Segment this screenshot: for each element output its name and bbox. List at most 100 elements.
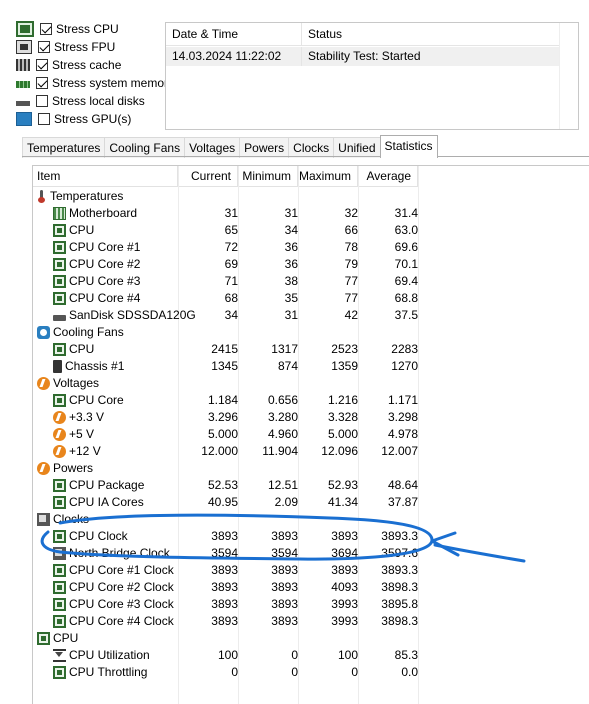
stress-option-stress-gpu-s[interactable]: Stress GPU(s) (16, 110, 131, 128)
group-row[interactable]: Temperatures (33, 188, 418, 205)
table-row[interactable]: CPU Throttling 0 0 0 0.0 (33, 664, 418, 681)
group-row[interactable]: Cooling Fans (33, 324, 418, 341)
cell-average: 37.87 (387, 495, 418, 509)
table-row[interactable]: CPU 2415 1317 2523 2283 (33, 341, 418, 358)
stress-option-stress-local-disks[interactable]: Stress local disks (16, 92, 145, 110)
checkbox[interactable] (38, 41, 50, 53)
row-label: CPU (53, 631, 79, 645)
column-header-minimum[interactable]: Minimum (238, 166, 298, 187)
row-label: Powers (53, 461, 94, 475)
row-name: Powers (37, 460, 93, 477)
stress-option-stress-fpu[interactable]: Stress FPU (16, 38, 115, 56)
cell-current: 3.296 (207, 410, 238, 424)
column-header-datetime[interactable]: Date & Time (166, 23, 302, 45)
tab-temperatures[interactable]: Temperatures (22, 137, 106, 158)
cell-maximum: 78 (344, 240, 358, 254)
cell-average: 68.8 (394, 291, 418, 305)
cell-maximum: 3893 (331, 563, 358, 577)
cell-current: 12.000 (201, 444, 238, 458)
disk-icon (53, 314, 66, 321)
cpu-chip-icon (53, 530, 66, 543)
column-header-current[interactable]: Current (178, 166, 238, 187)
cell-minimum: 3893 (271, 597, 298, 611)
cell-minimum: 31 (284, 206, 298, 220)
cpu-chip-icon (53, 598, 66, 611)
stress-option-stress-system-memory[interactable]: Stress system memory (16, 74, 174, 92)
table-row[interactable]: CPU IA Cores 40.95 2.09 41.34 37.87 (33, 494, 418, 511)
cell-current: 3893 (211, 563, 238, 577)
table-row[interactable]: CPU Core #2 69 36 79 70.1 (33, 256, 418, 273)
table-row[interactable]: CPU Core #3 71 38 77 69.4 (33, 273, 418, 290)
stress-option-stress-cache[interactable]: Stress cache (16, 56, 121, 74)
table-row[interactable]: North Bridge Clock 3594 3594 3694 3597.6 (33, 545, 418, 562)
cell-minimum: 0 (291, 665, 298, 679)
table-row[interactable]: CPU Core 1.184 0.656 1.216 1.171 (33, 392, 418, 409)
grid-header: Item Current Minimum Maximum Average (33, 166, 418, 187)
row-name: Clocks (37, 511, 89, 528)
group-row[interactable]: Clocks (33, 511, 418, 528)
tab-unified[interactable]: Unified (333, 137, 381, 158)
column-header-status[interactable]: Status (302, 23, 558, 45)
cell-minimum: 12.51 (267, 478, 298, 492)
group-row[interactable]: Voltages (33, 375, 418, 392)
voltage-icon (37, 377, 50, 390)
grid-rows: Temperatures Motherboard 31 31 32 31.4 CPU 65 34… (33, 188, 418, 681)
tab-clocks[interactable]: Clocks (288, 137, 335, 158)
voltage-icon (37, 462, 50, 475)
table-row[interactable]: CPU Core #4 68 35 77 68.8 (33, 290, 418, 307)
cell-maximum: 52.93 (327, 478, 358, 492)
checkbox[interactable] (36, 59, 48, 71)
tab-voltages[interactable]: Voltages (184, 137, 241, 158)
cpu-chip-icon (53, 275, 66, 288)
tab-cooling-fans[interactable]: Cooling Fans (104, 137, 186, 158)
table-row[interactable]: +3.3 V 3.296 3.280 3.328 3.298 (33, 409, 418, 426)
stress-option-stress-cpu[interactable]: Stress CPU (16, 20, 119, 38)
row-label: CPU Throttling (69, 665, 148, 679)
row-name: CPU Clock (53, 528, 128, 545)
tab-statistics[interactable]: Statistics (379, 135, 438, 158)
table-row[interactable]: CPU Core #1 72 36 78 69.6 (33, 239, 418, 256)
column-header-average[interactable]: Average (358, 166, 418, 187)
tab-powers[interactable]: Powers (239, 137, 290, 158)
table-row[interactable]: CPU Core #2 Clock 3893 3893 4093 3898.3 (33, 579, 418, 596)
cell-average: 1270 (391, 359, 418, 373)
cell-minimum: 4.960 (267, 427, 298, 441)
table-row[interactable]: +5 V 5.000 4.960 5.000 4.978 (33, 426, 418, 443)
cell-current: 40.95 (207, 495, 238, 509)
cell-maximum: 4093 (331, 580, 358, 594)
table-row[interactable]: SanDisk SDSSDA120G 34 31 42 37.5 (33, 307, 418, 324)
checkbox[interactable] (38, 113, 50, 125)
status-log[interactable]: Date & Time Status 14.03.2024 11:22:02 S… (165, 22, 579, 130)
status-log-row[interactable]: 14.03.2024 11:22:02 Stability Test: Star… (166, 47, 578, 66)
cell-average: 2283 (391, 342, 418, 356)
column-header-item[interactable]: Item (33, 166, 178, 187)
row-label: CPU (69, 342, 95, 356)
row-label: Voltages (53, 376, 100, 390)
group-row[interactable]: CPU (33, 630, 418, 647)
cell-maximum: 1359 (331, 359, 358, 373)
table-row[interactable]: CPU Core #4 Clock 3893 3893 3993 3898.3 (33, 613, 418, 630)
cpu-chip-icon (53, 479, 66, 492)
statistics-grid[interactable]: Item Current Minimum Maximum Average Tem… (32, 165, 589, 704)
cell-current: 3893 (211, 580, 238, 594)
table-row[interactable]: Motherboard 31 31 32 31.4 (33, 205, 418, 222)
table-row[interactable]: CPU Package 52.53 12.51 52.93 48.64 (33, 477, 418, 494)
group-row[interactable]: Powers (33, 460, 418, 477)
column-header-maximum[interactable]: Maximum (298, 166, 358, 187)
table-row[interactable]: CPU Core #3 Clock 3893 3893 3993 3895.8 (33, 596, 418, 613)
table-row[interactable]: +12 V 12.000 11.904 12.096 12.007 (33, 443, 418, 460)
row-name: CPU Utilization (53, 647, 150, 664)
checkbox[interactable] (40, 23, 52, 35)
table-row[interactable]: Chassis #1 1345 874 1359 1270 (33, 358, 418, 375)
cell-maximum: 5.000 (327, 427, 358, 441)
checkbox[interactable] (36, 77, 48, 89)
table-row[interactable]: CPU Utilization 100 0 100 85.3 (33, 647, 418, 664)
table-row[interactable]: CPU Core #1 Clock 3893 3893 3893 3893.3 (33, 562, 418, 579)
status-log-scroll-area[interactable] (559, 23, 578, 129)
cell-current: 52.53 (207, 478, 238, 492)
cell-current: 5.000 (207, 427, 238, 441)
cpu-chip-icon (37, 632, 50, 645)
table-row[interactable]: CPU Clock 3893 3893 3893 3893.3 (33, 528, 418, 545)
table-row[interactable]: CPU 65 34 66 63.0 (33, 222, 418, 239)
checkbox[interactable] (36, 95, 48, 107)
